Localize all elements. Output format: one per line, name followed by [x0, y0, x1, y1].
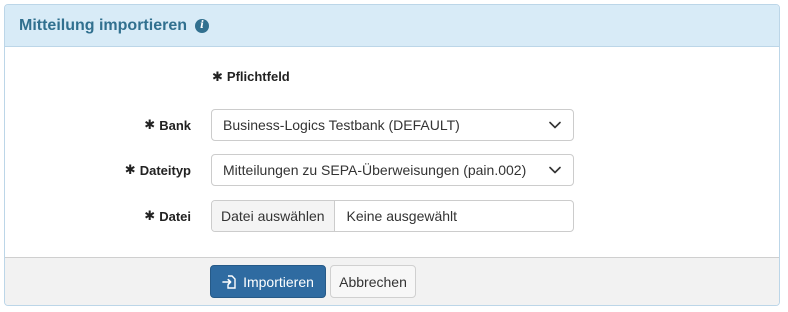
file-type-label-text: Dateityp — [139, 162, 191, 178]
file-type-select[interactable]: Mitteilungen zu SEPA-Überweisungen (pain… — [211, 154, 574, 186]
panel-title: Mitteilung importieren — [19, 16, 187, 34]
required-field-note: ✱ Pflichtfeld — [212, 69, 290, 85]
required-star-icon: ✱ — [144, 208, 156, 223]
file-input[interactable]: Datei auswählen Keine ausgewählt — [211, 200, 574, 232]
info-icon[interactable]: i — [195, 18, 209, 33]
choose-file-button[interactable]: Datei auswählen — [212, 201, 335, 231]
bank-label-text: Bank — [159, 117, 191, 133]
cancel-button-label: Abbrechen — [339, 273, 407, 290]
file-type-row: ✱ Dateityp Mitteilungen zu SEPA-Überweisu… — [5, 154, 779, 186]
file-status: Keine ausgewählt — [346, 208, 458, 224]
file-import-icon — [222, 274, 236, 289]
bank-row: ✱ Bank Business-Logics Testbank (DEFAULT) — [5, 109, 779, 141]
required-star-icon: ✱ — [212, 69, 223, 84]
file-row: ✱ Datei Datei auswählen Keine ausgewählt — [5, 200, 779, 232]
import-button-label: Importieren — [243, 273, 314, 290]
bank-select[interactable]: Business-Logics Testbank (DEFAULT) — [211, 109, 574, 141]
chevron-down-icon — [549, 121, 561, 129]
import-button[interactable]: Importieren — [210, 265, 326, 298]
bank-label: ✱ Bank — [144, 109, 191, 141]
required-star-icon: ✱ — [124, 162, 136, 177]
required-star-icon: ✱ — [144, 117, 156, 132]
chevron-down-icon — [549, 166, 561, 174]
required-note-text: Pflichtfeld — [226, 69, 290, 84]
panel-footer: Importieren Abbrechen — [5, 257, 779, 305]
file-type-select-value: Mitteilungen zu SEPA-Überweisungen (pain… — [223, 162, 527, 178]
file-type-label: ✱ Dateityp — [125, 154, 191, 186]
file-label-text: Datei — [159, 208, 191, 224]
cancel-button[interactable]: Abbrechen — [330, 265, 416, 298]
panel-heading: Mitteilung importieren i — [5, 5, 779, 47]
file-label: ✱ Datei — [144, 200, 191, 232]
import-panel: Mitteilung importieren i ✱ Pflichtfeld ✱ B… — [4, 4, 780, 306]
bank-select-value: Business-Logics Testbank (DEFAULT) — [223, 117, 460, 133]
